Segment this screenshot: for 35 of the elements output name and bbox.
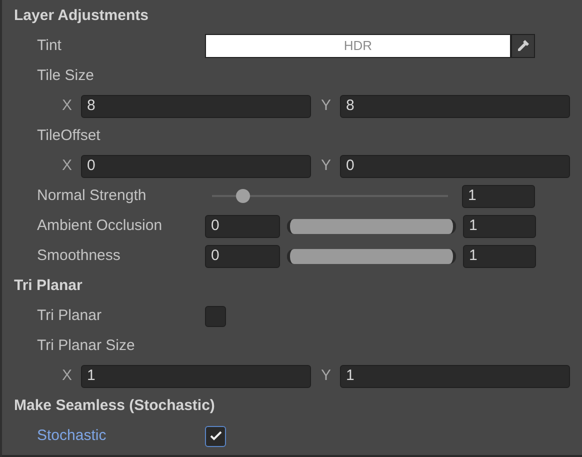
eyedropper-icon (516, 39, 530, 53)
axis-label: Y (321, 366, 332, 386)
number-field[interactable]: 0 (205, 244, 280, 268)
axis-label: X (62, 96, 74, 116)
number-field[interactable]: 1 (81, 364, 311, 388)
property-label: Tri Planar Size (37, 337, 135, 354)
number-field[interactable]: 0 (205, 214, 280, 238)
property-label: Tri Planar (37, 307, 102, 324)
property-label: Ambient Occlusion (37, 217, 162, 234)
section-header: Layer Adjustments (14, 6, 148, 26)
number-field[interactable]: 8 (340, 94, 570, 118)
axis-label: Y (321, 96, 332, 116)
number-field[interactable]: 1 (463, 214, 536, 238)
property-label: Stochastic (37, 427, 106, 444)
number-field[interactable]: 8 (81, 94, 311, 118)
number-field[interactable]: 1 (462, 184, 535, 208)
axis-label: X (62, 366, 74, 386)
eyedropper-button[interactable] (511, 34, 535, 58)
number-field[interactable]: 1 (340, 364, 570, 388)
property-label: TileOffset (37, 127, 100, 144)
property-label: Normal Strength (37, 187, 146, 204)
checkbox[interactable] (205, 426, 226, 446)
property-label: Tint (37, 37, 62, 54)
slider-thumb[interactable] (236, 189, 250, 203)
axis-label: X (62, 156, 74, 176)
number-field[interactable]: 0 (81, 154, 311, 178)
property-label: Smoothness (37, 247, 120, 264)
checkbox[interactable] (205, 306, 226, 326)
section-header: Make Seamless (Stochastic) (14, 396, 215, 416)
number-field[interactable]: 0 (340, 154, 570, 178)
number-field[interactable]: 1 (463, 244, 536, 268)
section-header: Tri Planar (14, 276, 82, 296)
axis-label: Y (321, 156, 332, 176)
property-label: Tile Size (37, 67, 94, 84)
checkmark-icon (210, 431, 222, 441)
